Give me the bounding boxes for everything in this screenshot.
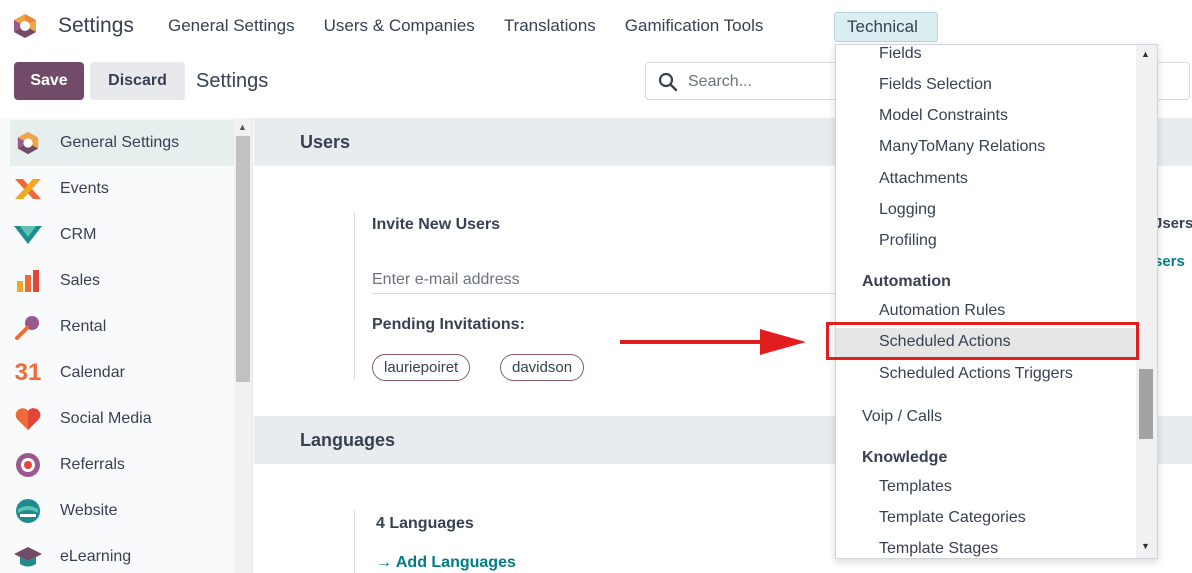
menu-technical[interactable]: Technical	[834, 12, 938, 42]
dropdown-scroll-thumb[interactable]	[1139, 369, 1153, 439]
technical-dropdown-menu: Fields Fields Selection Model Constraint…	[835, 44, 1158, 559]
sidebar-item-label: Referrals	[60, 456, 125, 473]
sidebar-scroll-thumb[interactable]	[236, 136, 250, 382]
annotation-highlight-box	[826, 322, 1139, 360]
menu-item-voip-calls[interactable]: Voip / Calls	[862, 408, 942, 426]
sidebar-item-website[interactable]: Website	[10, 488, 235, 534]
rental-key-icon	[12, 311, 44, 343]
calendar-icon-text: 31	[14, 359, 42, 386]
app-title[interactable]: Settings	[58, 14, 134, 38]
sidebar-item-referrals[interactable]: Referrals	[10, 442, 235, 488]
section-title: Users	[300, 132, 351, 152]
annotation-arrow-icon	[620, 329, 806, 355]
menu-item-profiling[interactable]: Profiling	[879, 232, 937, 250]
setting-divider	[354, 212, 355, 380]
invitation-tag[interactable]: lauriepoiret	[372, 354, 471, 381]
odoo-logo-icon[interactable]	[12, 13, 38, 39]
sidebar-item-label: eLearning	[60, 548, 132, 565]
invite-users-title: Invite New Users	[372, 216, 501, 233]
referrals-icon	[12, 449, 44, 481]
calendar-icon: 31	[12, 357, 44, 389]
sidebar-item-label: General Settings	[60, 134, 180, 151]
menu-header-automation: Automation	[862, 273, 951, 290]
crm-icon	[12, 219, 44, 251]
menu-header-knowledge: Knowledge	[862, 449, 948, 466]
languages-count: 4 Languages	[376, 515, 474, 532]
right-column-link[interactable]: sers	[1154, 253, 1185, 270]
setting-divider	[354, 510, 355, 573]
sidebar-item-calendar[interactable]: 31 Calendar	[10, 350, 235, 396]
sidebar-item-label: Sales	[60, 272, 101, 289]
breadcrumb: Settings	[196, 70, 269, 92]
sidebar-item-label: Website	[60, 502, 118, 519]
menu-item-manytomany-relations[interactable]: ManyToMany Relations	[879, 138, 1045, 156]
sidebar-item-general-settings[interactable]: General Settings	[10, 120, 235, 166]
events-icon	[12, 173, 44, 205]
sidebar-item-crm[interactable]: CRM	[10, 212, 235, 258]
sales-icon	[12, 265, 44, 297]
pending-invitations-title: Pending Invitations:	[372, 316, 525, 333]
menu-item-template-stages[interactable]: Template Stages	[879, 540, 998, 558]
menu-users-companies[interactable]: Users & Companies	[324, 16, 475, 36]
odoo-logo-icon	[12, 127, 44, 159]
sidebar-item-social-media[interactable]: Social Media	[10, 396, 235, 442]
main-menu: General Settings Users & Companies Trans…	[168, 16, 792, 36]
add-languages-link[interactable]: → Add Languages	[376, 554, 516, 572]
menu-item-automation-rules[interactable]: Automation Rules	[879, 302, 1005, 320]
email-field[interactable]	[372, 266, 842, 294]
search-icon	[658, 72, 678, 92]
save-button[interactable]: Save	[14, 62, 84, 100]
menu-item-scheduled-actions-triggers[interactable]: Scheduled Actions Triggers	[879, 365, 1073, 383]
scroll-down-icon[interactable]: ▼	[1141, 541, 1150, 551]
menu-item-attachments[interactable]: Attachments	[879, 170, 968, 188]
settings-sidebar: General Settings Events CRM Sales Rental…	[0, 118, 253, 573]
sidebar-item-events[interactable]: Events	[10, 166, 235, 212]
menu-item-fields-selection[interactable]: Fields Selection	[879, 76, 992, 94]
sidebar-item-label: CRM	[60, 226, 97, 243]
sidebar-item-label: Events	[60, 180, 109, 197]
social-heart-icon	[12, 403, 44, 435]
section-title: Languages	[300, 430, 396, 450]
menu-item-logging[interactable]: Logging	[879, 201, 936, 219]
menu-gamification-tools[interactable]: Gamification Tools	[625, 16, 764, 36]
right-column-title: Jsers	[1154, 215, 1192, 232]
discard-button[interactable]: Discard	[90, 62, 185, 100]
arrow-right-icon: →	[376, 554, 396, 571]
website-icon	[12, 495, 44, 527]
sidebar-item-label: Calendar	[60, 364, 125, 381]
invitation-tag[interactable]: davidson	[500, 354, 585, 381]
menu-item-templates[interactable]: Templates	[879, 478, 952, 496]
menu-item-fields[interactable]: Fields	[879, 45, 922, 63]
menu-item-model-constraints[interactable]: Model Constraints	[879, 107, 1008, 125]
scroll-up-icon[interactable]: ▲	[1141, 49, 1150, 59]
menu-item-template-categories[interactable]: Template Categories	[879, 509, 1026, 527]
elearning-icon	[12, 541, 44, 573]
scroll-up-icon[interactable]: ▲	[238, 122, 247, 132]
dropdown-scrollbar[interactable]	[1136, 45, 1157, 558]
sidebar-item-label: Social Media	[60, 410, 152, 427]
sidebar-item-label: Rental	[60, 318, 107, 335]
sidebar-item-rental[interactable]: Rental	[10, 304, 235, 350]
search-input[interactable]	[688, 69, 858, 95]
menu-general-settings[interactable]: General Settings	[168, 16, 295, 36]
add-languages-label: Add Languages	[395, 554, 516, 571]
sidebar-item-elearning[interactable]: eLearning	[10, 534, 235, 573]
menu-translations[interactable]: Translations	[504, 16, 596, 36]
sidebar-item-sales[interactable]: Sales	[10, 258, 235, 304]
